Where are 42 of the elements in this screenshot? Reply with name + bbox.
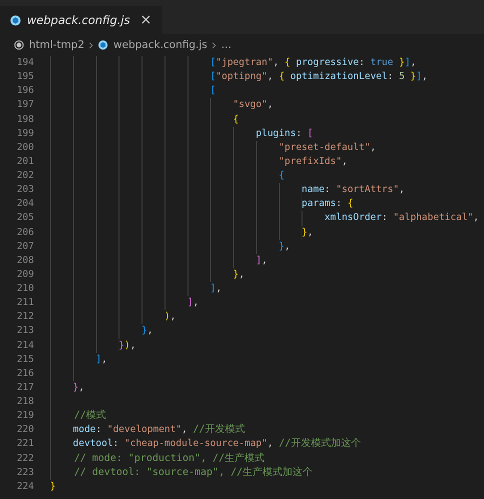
cube-icon — [10, 14, 21, 26]
line-number: 213 — [16, 324, 34, 338]
line-number: 207 — [16, 240, 34, 254]
line-number: 195 — [16, 70, 34, 84]
breadcrumb-item[interactable]: ... — [221, 39, 232, 51]
line-number: 219 — [16, 409, 34, 424]
line-number: 220 — [16, 423, 34, 438]
tab-title: webpack.config.js — [27, 13, 130, 27]
close-icon[interactable]: × — [140, 13, 152, 27]
line-number: 200 — [16, 140, 34, 155]
editor-tab[interactable]: webpack.config.js × — [0, 6, 162, 34]
line-number: 217 — [16, 380, 34, 395]
line-number: 223 — [16, 466, 34, 480]
line-number: 199 — [16, 126, 34, 141]
line-number: 209 — [16, 268, 34, 282]
line-number: 212 — [16, 310, 34, 324]
line-number: 201 — [16, 154, 34, 169]
line-number: 203 — [16, 183, 34, 198]
line-number: 194 — [16, 56, 34, 70]
breadcrumb-item[interactable]: webpack.config.js — [113, 39, 208, 51]
line-number: 204 — [16, 197, 34, 212]
line-number: 210 — [16, 282, 34, 296]
line-number: 197 — [16, 98, 34, 112]
line-number: 211 — [16, 296, 34, 310]
line-number: 198 — [16, 112, 34, 126]
line-number: 206 — [16, 226, 34, 240]
line-number: 221 — [16, 437, 34, 452]
line-number: 205 — [16, 211, 34, 226]
chevron-icon — [89, 42, 94, 48]
line-number: 214 — [16, 338, 34, 352]
target-icon — [14, 40, 24, 50]
line-number: 202 — [16, 169, 34, 183]
line-number: 215 — [16, 352, 34, 367]
line-number: 218 — [16, 395, 34, 409]
line-number: 216 — [16, 366, 34, 381]
line-number: 224 — [16, 480, 34, 494]
line-number: 196 — [16, 84, 34, 98]
cube-icon — [98, 40, 108, 50]
breadcrumb-item[interactable]: html-tmp2 — [29, 39, 84, 51]
line-number: 208 — [16, 254, 34, 268]
line-number: 222 — [16, 452, 34, 466]
chevron-icon — [212, 42, 216, 48]
